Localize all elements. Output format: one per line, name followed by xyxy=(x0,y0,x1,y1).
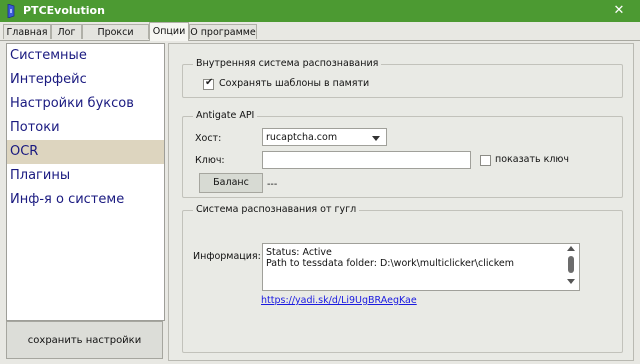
save-templates-label: Сохранять шаблоны в памяти xyxy=(219,78,370,89)
internal-recognition-title: Внутренняя система распознавания xyxy=(193,58,382,69)
host-select-value: rucaptcha.com xyxy=(266,132,338,143)
tab-about[interactable]: О программе xyxy=(189,24,257,39)
tab-options[interactable]: Опции xyxy=(149,22,189,41)
google-recognition-group: Система распознавания от гугл Информация… xyxy=(182,204,623,353)
title-bar: PTCEvolution ✕ xyxy=(0,0,640,22)
sidebar-item-system-info[interactable]: Инф-я о системе xyxy=(7,188,164,212)
show-key-checkbox[interactable] xyxy=(480,155,491,166)
window-title: PTCEvolution xyxy=(23,4,105,17)
scroll-thumb[interactable] xyxy=(568,256,574,273)
tab-log[interactable]: Лог xyxy=(51,24,82,39)
scroll-down-icon[interactable] xyxy=(567,279,575,284)
save-settings-button[interactable]: сохранить настройки xyxy=(6,321,163,359)
sidebar-item-system[interactable]: Системные xyxy=(7,44,164,68)
info-scrollbar[interactable] xyxy=(567,246,575,288)
chevron-down-icon xyxy=(372,136,380,141)
balance-value: --- xyxy=(267,179,278,190)
google-recognition-title: Система распознавания от гугл xyxy=(193,204,360,215)
sidebar-item-ocr[interactable]: OCR xyxy=(7,140,164,164)
tab-bar: Главная Лог Прокси чекер Опции О програм… xyxy=(0,22,640,53)
antigate-group: Antigate API Хост: rucaptcha.com Ключ: п… xyxy=(182,110,623,198)
sidebar-item-threads[interactable]: Потоки xyxy=(7,116,164,140)
sidebar-item-box-settings[interactable]: Настройки буксов xyxy=(7,92,164,116)
api-key-input[interactable] xyxy=(262,151,471,169)
sidebar-item-plugins[interactable]: Плагины xyxy=(7,164,164,188)
host-select[interactable]: rucaptcha.com xyxy=(262,128,387,146)
show-key-label: показать ключ xyxy=(495,154,570,165)
scroll-up-icon[interactable] xyxy=(567,246,575,251)
info-line-path: Path to tessdata folder: D:\work\multicl… xyxy=(266,258,514,269)
sidebar-item-interface[interactable]: Интерфейс xyxy=(7,68,164,92)
close-icon[interactable]: ✕ xyxy=(606,2,632,20)
tab-proxy-checker[interactable]: Прокси чекер xyxy=(82,24,149,53)
antigate-title: Antigate API xyxy=(193,110,258,121)
tab-main[interactable]: Главная xyxy=(3,24,51,39)
internal-recognition-group: Внутренняя система распознавания Сохраня… xyxy=(182,58,623,98)
save-templates-checkbox[interactable] xyxy=(203,77,214,90)
info-line-status: Status: Active xyxy=(266,247,332,258)
key-label: Ключ: xyxy=(195,155,225,166)
ocr-settings-panel: Внутренняя система распознавания Сохраня… xyxy=(168,43,634,361)
yadisk-link[interactable]: https://yadi.sk/d/Li9UgBRAegKae xyxy=(261,295,417,306)
balance-button[interactable]: Баланс xyxy=(199,173,263,193)
info-label: Информация: xyxy=(193,251,261,262)
app-icon xyxy=(7,4,15,18)
settings-sidebar: Системные Интерфейс Настройки буксов Пот… xyxy=(6,43,165,321)
info-textarea[interactable]: Status: Active Path to tessdata folder: … xyxy=(262,243,580,291)
host-label: Хост: xyxy=(195,133,222,144)
